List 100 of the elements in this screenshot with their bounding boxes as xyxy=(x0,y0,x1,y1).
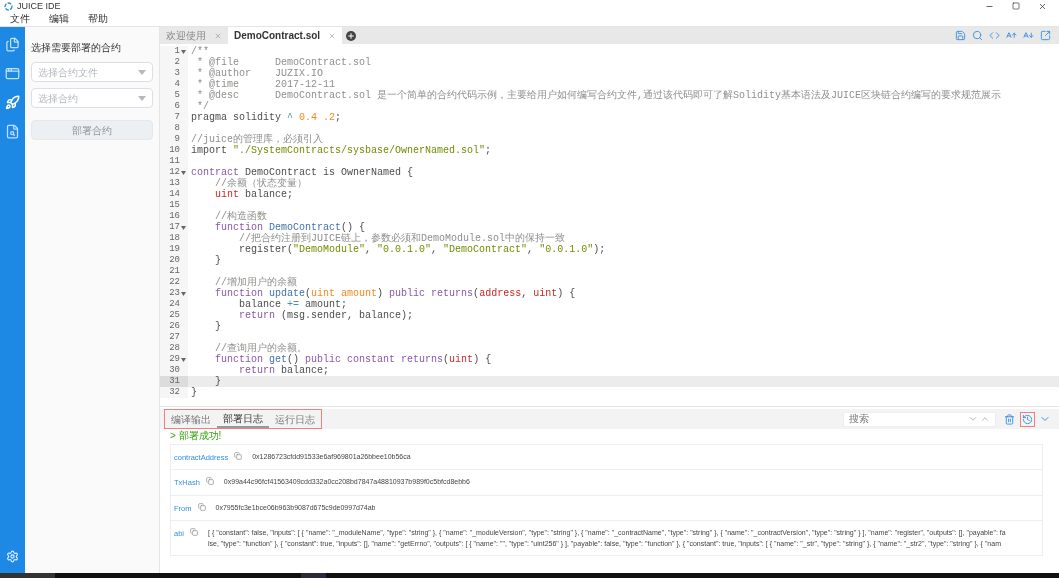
code-icon[interactable] xyxy=(989,30,1000,41)
line-number: 4 xyxy=(174,79,180,90)
settings-icon[interactable] xyxy=(6,550,19,563)
line-number: 7 xyxy=(174,112,180,123)
editor-tab[interactable]: 欢迎使用 xyxy=(160,27,228,44)
menu-item[interactable]: 文件 xyxy=(10,14,30,24)
line-number: 27 xyxy=(169,332,180,343)
code-line: /** xyxy=(190,46,209,57)
close-tab-icon[interactable] xyxy=(328,31,337,40)
line-number: 1 xyxy=(174,46,180,57)
editor-tab[interactable]: DemoContract.sol xyxy=(228,27,343,44)
fold-arrow-icon[interactable] xyxy=(180,170,186,175)
copy-icon[interactable] xyxy=(234,452,243,460)
app-logo-icon xyxy=(4,1,13,11)
line-number: 12 xyxy=(169,167,180,178)
code-line: import "./SystemContracts/sysbase/OwnerNamed.sol"; xyxy=(190,145,492,156)
line-number: 26 xyxy=(169,321,180,332)
copy-icon[interactable] xyxy=(197,502,206,511)
dropdown-caret-icon xyxy=(138,69,146,75)
line-number: 29 xyxy=(169,354,180,365)
line-number: 11 xyxy=(169,156,180,167)
line-number: 10 xyxy=(169,145,180,156)
fold-arrow-icon[interactable] xyxy=(180,291,186,296)
trash-icon[interactable] xyxy=(1004,413,1015,425)
code-line: //余额（状态变量） xyxy=(214,178,307,189)
code-line: } xyxy=(214,321,221,332)
line-number: 21 xyxy=(169,266,180,277)
code-line: pragma solidity ^ 0.4 .2; xyxy=(190,112,342,123)
add-tab-icon[interactable] xyxy=(346,30,357,41)
line-number: 15 xyxy=(169,200,180,211)
fold-arrow-icon[interactable] xyxy=(180,49,186,54)
line-number: 31 xyxy=(169,376,180,387)
line-number: 19 xyxy=(169,244,180,255)
fold-arrow-icon[interactable] xyxy=(180,225,186,230)
line-number: 17 xyxy=(169,222,180,233)
output-tab[interactable]: 编译输出 xyxy=(165,410,217,428)
code-line: * @time 2017-12-11 xyxy=(196,79,336,90)
code-line: balance += amount; xyxy=(238,299,348,310)
code-line: return (msg.sender, balance); xyxy=(238,310,414,321)
line-number: 6 xyxy=(174,101,180,112)
code-line: return balance; xyxy=(238,365,330,376)
code-line: * @author JUZIX.IO xyxy=(196,68,324,79)
line-number: 18 xyxy=(169,233,180,244)
next-match-icon[interactable] xyxy=(968,414,978,424)
menu-item[interactable]: 帮助 xyxy=(88,14,108,24)
line-number: 9 xyxy=(174,134,180,145)
line-number: 20 xyxy=(169,255,180,266)
panel-title: 选择需要部署的合约 xyxy=(31,41,122,55)
status-message: > 部署成功! xyxy=(169,429,223,442)
line-number: 32 xyxy=(169,387,180,398)
close-icon[interactable] xyxy=(1038,1,1047,11)
code-line: //构造函数 xyxy=(214,211,267,222)
copy-icon[interactable] xyxy=(190,527,198,536)
line-number: 14 xyxy=(169,189,180,200)
code-line: } xyxy=(214,376,221,387)
copy-icon[interactable] xyxy=(205,477,214,486)
code-line: } xyxy=(190,387,197,398)
code-line: function DemoContract() { xyxy=(214,222,366,233)
code-line: function get() public constant returns(uint) { xyxy=(214,354,492,365)
dropdown-caret-icon xyxy=(138,95,146,101)
line-number: 2 xyxy=(174,57,180,68)
code-line: //juice的管理库，必须引入 xyxy=(190,134,323,145)
code-line: */ xyxy=(196,101,209,112)
line-number: 5 xyxy=(174,90,180,101)
search-field[interactable]: 搜索 xyxy=(843,411,996,427)
previous-match-icon[interactable] xyxy=(980,414,990,424)
code-line: //把合约注册到JUICE链上，参数必须和DemoModule.sol中的保持一致 xyxy=(238,233,566,244)
line-number: 30 xyxy=(169,365,180,376)
code-line: } xyxy=(214,255,221,266)
fold-arrow-icon[interactable] xyxy=(180,357,186,362)
deploy-icon[interactable] xyxy=(5,95,20,110)
menu-item[interactable]: 编辑 xyxy=(49,14,69,24)
code-line: //查询用户的余额。 xyxy=(214,343,307,354)
history-icon[interactable] xyxy=(1022,413,1033,425)
code-line: //增加用户的余额 xyxy=(214,277,297,288)
save-icon[interactable] xyxy=(955,30,966,41)
search-icon[interactable] xyxy=(972,30,983,41)
code-line: contract DemoContract is OwnerNamed { xyxy=(190,167,414,178)
line-number: 13 xyxy=(169,178,180,189)
line-number: 22 xyxy=(169,277,180,288)
window-title: JUICE IDE xyxy=(17,1,61,11)
restore-icon[interactable] xyxy=(1012,2,1020,10)
line-number: 23 xyxy=(169,288,180,299)
code-line: function update(uint amount) public returns(address, uint) { xyxy=(214,288,576,299)
line-number: 25 xyxy=(169,310,180,321)
line-number: 24 xyxy=(169,299,180,310)
font-decrease-icon[interactable] xyxy=(1023,30,1034,41)
files-icon[interactable] xyxy=(5,37,20,52)
external-window-icon[interactable] xyxy=(1040,30,1051,41)
output-tab[interactable]: 运行日志 xyxy=(269,410,321,428)
close-tab-icon[interactable] xyxy=(214,31,222,40)
output-tab[interactable]: 部署日志 xyxy=(217,410,269,428)
line-number: 8 xyxy=(174,123,180,134)
code-line: uint balance; xyxy=(214,189,294,200)
line-number: 28 xyxy=(169,343,180,354)
font-increase-icon[interactable] xyxy=(1006,30,1017,41)
code-line: register("DemoModule", "0.0.1.0", "DemoContract", "0.0.1.0"); xyxy=(238,244,606,255)
code-line: * @file DemoContract.sol xyxy=(196,57,372,68)
code-line: * @desc DemoContract.sol 是一个简单的合约代码示例，主要给用户如何编写合约文件,通过该代码即可了解Solidity基本语法及JUICE区块链合约编写的要求规范展示 xyxy=(196,90,1002,101)
line-number: 16 xyxy=(169,211,180,222)
